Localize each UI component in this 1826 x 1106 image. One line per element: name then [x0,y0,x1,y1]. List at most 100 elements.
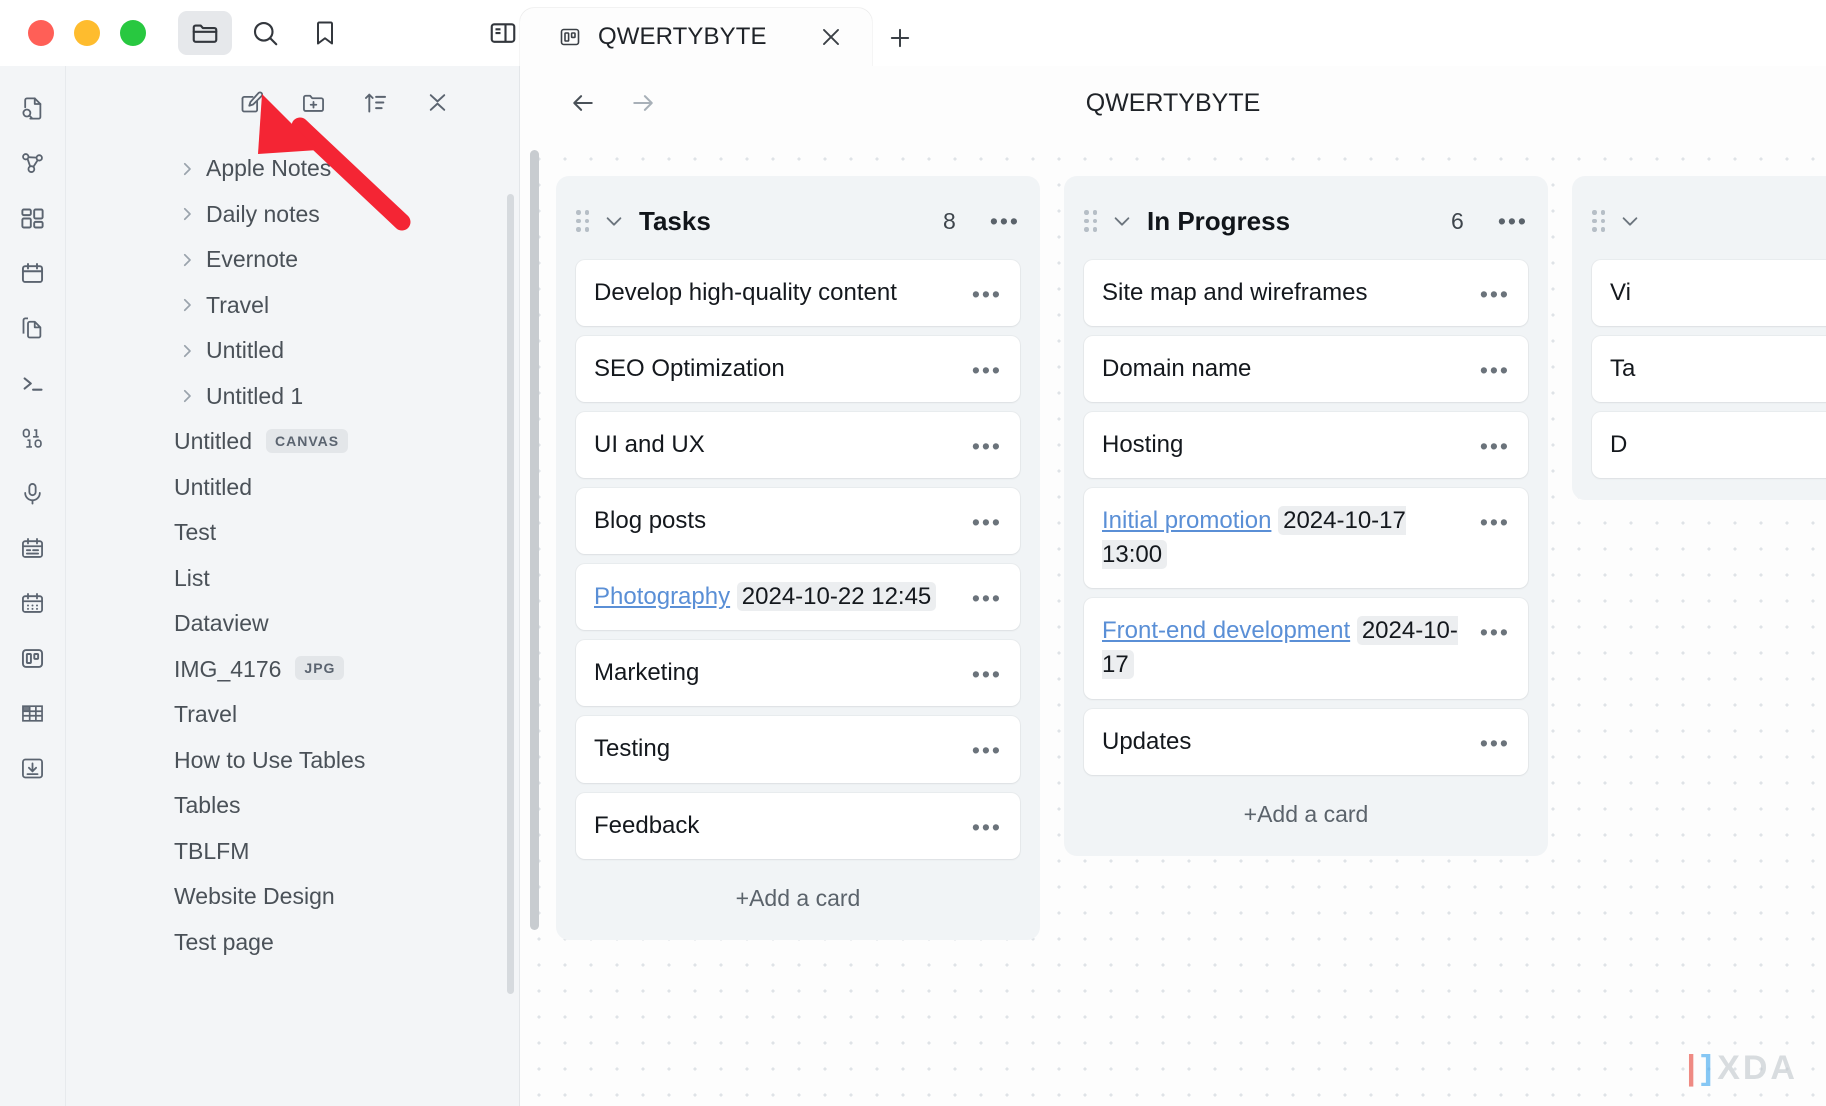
search-icon[interactable] [238,11,292,55]
file-search-icon[interactable] [9,86,57,130]
chevron-down-icon[interactable] [1111,210,1133,232]
calendar-icon[interactable] [9,251,57,295]
card-more-icon[interactable]: ••• [972,428,1002,458]
file-tree-item[interactable]: Dataview [66,601,519,647]
collapse-all-icon[interactable] [417,83,457,121]
chevron-down-icon[interactable] [1619,210,1641,232]
back-arrow-icon[interactable] [564,84,602,122]
kanban-card[interactable]: Front-end development 2024-10-17 ••• [1084,598,1528,699]
card-more-icon[interactable]: ••• [972,276,1002,306]
bookmark-icon[interactable] [298,11,352,55]
kanban-card[interactable]: Testing ••• [576,716,1020,783]
card-more-icon[interactable]: ••• [1480,614,1510,644]
new-note-icon[interactable] [231,83,271,121]
card-more-icon[interactable]: ••• [972,656,1002,686]
card-more-icon[interactable]: ••• [1480,504,1510,534]
column-more-icon[interactable]: ••• [1478,208,1528,235]
kanban-card[interactable]: Hosting ••• [1084,412,1528,479]
card-more-icon[interactable]: ••• [1480,276,1510,306]
kanban-card[interactable]: Site map and wireframes ••• [1084,260,1528,327]
file-tree-item[interactable]: Untitled [66,328,519,374]
file-tree[interactable]: Apple Notes Daily notes Evernote Travel Unti… [66,138,519,1106]
file-tree-item[interactable]: Website Design [66,874,519,920]
copy-files-icon[interactable] [9,306,57,350]
file-tree-item[interactable]: Apple Notes [66,146,519,192]
file-tree-item[interactable]: List [66,556,519,602]
card-more-icon[interactable]: ••• [1480,352,1510,382]
kanban-card[interactable]: Initial promotion 2024-10-17 13:00 ••• [1084,488,1528,589]
file-tree-item[interactable]: Evernote [66,237,519,283]
chevron-right-icon[interactable] [178,160,196,178]
chevron-right-icon[interactable] [178,205,196,223]
file-tree-item[interactable]: Travel [66,692,519,738]
chevron-right-icon[interactable] [178,251,196,269]
import-icon[interactable] [9,746,57,790]
file-tree-item[interactable]: Untitled [66,465,519,511]
card-link[interactable]: Initial promotion [1102,507,1271,534]
binary-icon[interactable] [9,416,57,460]
kanban-card[interactable]: SEO Optimization ••• [576,336,1020,403]
table-icon[interactable] [9,691,57,735]
tab-qwertybyte[interactable]: QWERTYBYTE [520,8,872,66]
file-tree-item[interactable]: Travel [66,283,519,329]
terminal-icon[interactable] [9,361,57,405]
card-more-icon[interactable]: ••• [972,809,1002,839]
add-card-button[interactable]: +Add a card [576,859,1020,918]
daily-note-icon[interactable] [9,526,57,570]
file-tree-item[interactable]: Untitled CANVAS [66,419,519,465]
new-folder-icon[interactable] [293,83,333,121]
kanban-card[interactable]: Develop high-quality content ••• [576,260,1020,327]
chevron-right-icon[interactable] [178,387,196,405]
kanban-card[interactable]: D••• [1592,412,1826,479]
kanban-card[interactable]: Blog posts ••• [576,488,1020,555]
chevron-right-icon[interactable] [178,296,196,314]
card-more-icon[interactable]: ••• [1480,725,1510,755]
file-tree-item[interactable]: TBLFM [66,829,519,875]
file-tree-item[interactable]: Tables [66,783,519,829]
close-window-button[interactable] [28,20,54,46]
drag-handle-icon[interactable] [576,210,589,232]
kanban-card[interactable]: Domain name ••• [1084,336,1528,403]
card-link[interactable]: Front-end development [1102,617,1350,644]
card-link[interactable]: Photography [594,583,730,610]
kanban-board-icon[interactable] [9,636,57,680]
kanban-card[interactable]: Marketing ••• [576,640,1020,707]
files-icon[interactable] [178,11,232,55]
zoom-window-button[interactable] [120,20,146,46]
new-tab-icon[interactable] [872,10,928,66]
board-scrollbar[interactable] [530,150,539,930]
add-card-button[interactable]: +Add a card [1084,775,1528,834]
file-tree-item[interactable]: Test [66,510,519,556]
microphone-icon[interactable] [9,471,57,515]
kanban-card[interactable]: Photography 2024-10-22 12:45 ••• [576,564,1020,631]
kanban-card[interactable]: Feedback ••• [576,792,1020,859]
card-more-icon[interactable]: ••• [972,732,1002,762]
kanban-card[interactable]: UI and UX ••• [576,412,1020,479]
file-tree-item[interactable]: How to Use Tables [66,738,519,784]
file-tree-item[interactable]: Untitled 1 [66,374,519,420]
file-tree-item[interactable]: Daily notes [66,192,519,238]
sort-icon[interactable] [355,83,395,121]
file-tree-item[interactable]: IMG_4176 JPG [66,647,519,693]
chevron-right-icon[interactable] [178,342,196,360]
canvas-icon[interactable] [9,196,57,240]
card-text: Testing [594,735,671,763]
file-tree-item[interactable]: Test page [66,920,519,966]
drag-handle-icon[interactable] [1592,210,1605,232]
kanban-card[interactable]: Updates ••• [1084,708,1528,775]
card-more-icon[interactable]: ••• [1480,428,1510,458]
chevron-down-icon[interactable] [603,210,625,232]
kanban-card[interactable]: Vi••• [1592,260,1826,327]
card-more-icon[interactable]: ••• [972,352,1002,382]
drag-handle-icon[interactable] [1084,210,1097,232]
column-more-icon[interactable]: ••• [970,208,1020,235]
forward-arrow-icon[interactable] [624,84,662,122]
minimize-window-button[interactable] [74,20,100,46]
close-icon[interactable] [812,18,850,56]
month-calendar-icon[interactable] [9,581,57,625]
graph-view-icon[interactable] [9,141,57,185]
explorer-scrollbar[interactable] [507,194,514,994]
card-more-icon[interactable]: ••• [972,504,1002,534]
kanban-card[interactable]: Ta••• [1592,336,1826,403]
card-more-icon[interactable]: ••• [972,580,1002,610]
